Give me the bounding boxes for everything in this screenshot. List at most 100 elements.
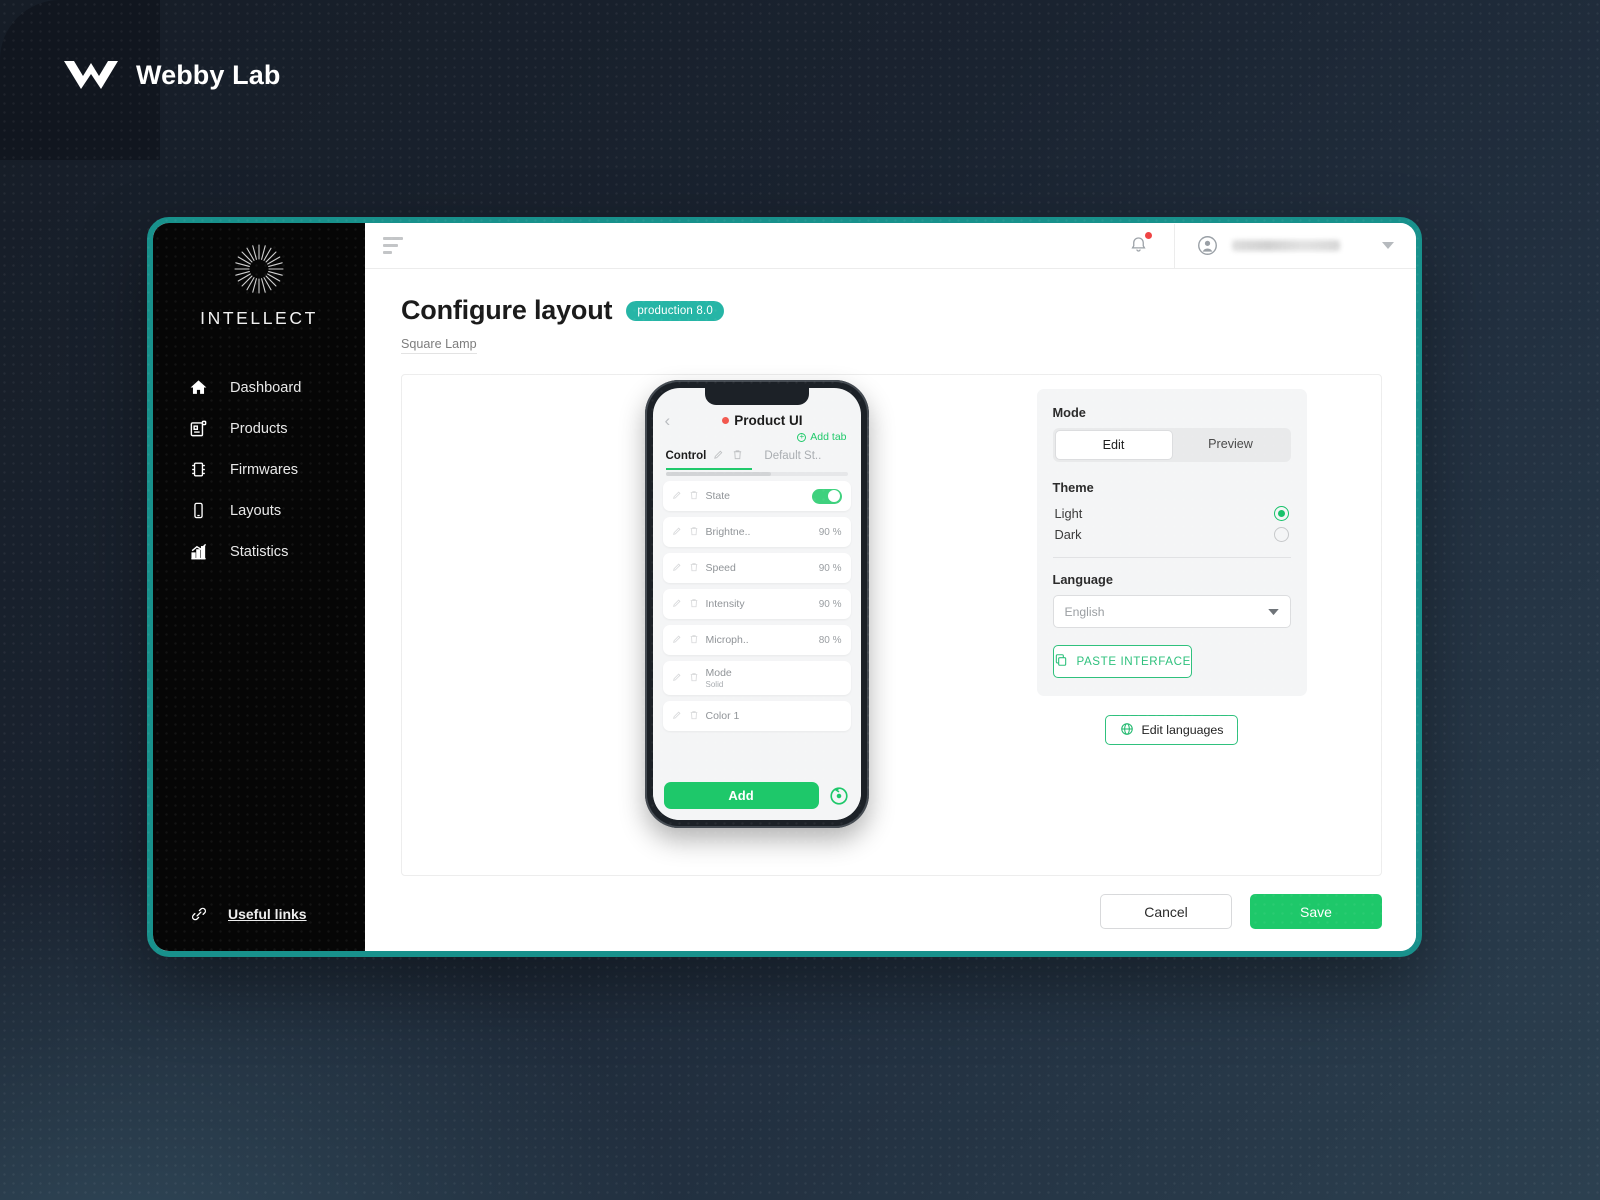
trash-icon[interactable] [689, 707, 699, 725]
pencil-icon[interactable] [672, 631, 682, 649]
mode-label: Mode [1052, 405, 1086, 420]
products-grid-icon [189, 419, 208, 438]
radio-selected-icon[interactable] [1273, 506, 1289, 521]
list-item[interactable]: Brightne.. 90 % [662, 517, 851, 547]
edit-languages-wrap: Edit languages [1037, 715, 1307, 745]
mobile-phone-icon [189, 501, 208, 520]
row-label: State [705, 490, 731, 502]
trash-icon[interactable] [689, 631, 699, 649]
row-tools [672, 595, 699, 613]
main-area: Configure layout production 8.0 Square L… [365, 223, 1416, 951]
user-menu[interactable] [1175, 235, 1394, 256]
row-tools [672, 487, 699, 505]
list-item[interactable]: Microph.. 80 % [662, 625, 851, 655]
globe-icon [1120, 722, 1134, 739]
row-label: Speed [705, 562, 736, 574]
language-label: Language [1052, 572, 1113, 587]
sidebar-item-firmwares[interactable]: Firmwares [153, 449, 365, 490]
trash-icon[interactable] [689, 595, 699, 613]
list-item[interactable]: Mode Solid [662, 661, 851, 695]
reset-circular-arrow-icon[interactable] [828, 785, 850, 807]
sidebar-item-products[interactable]: Products [153, 408, 365, 449]
paste-interface-button[interactable]: PASTE INTERFACE [1052, 645, 1192, 678]
sidebar-item-label: Statistics [230, 543, 289, 560]
list-item[interactable]: Intensity 90 % [662, 589, 851, 619]
radio-unselected-icon[interactable] [1273, 527, 1289, 542]
language-select[interactable]: English [1052, 595, 1291, 628]
sidebar-item-label: Firmwares [230, 461, 299, 478]
link-chain-icon [189, 904, 208, 923]
pencil-icon[interactable] [672, 595, 682, 613]
theme-option-light[interactable]: Light [1053, 503, 1291, 524]
notification-bell-icon [1129, 236, 1148, 257]
pencil-icon[interactable] [672, 707, 682, 725]
save-button[interactable]: Save [1250, 894, 1382, 929]
sidebar-item-layouts[interactable]: Layouts [153, 490, 365, 531]
row-tools [672, 707, 699, 725]
pencil-icon[interactable] [672, 669, 682, 687]
state-toggle[interactable] [811, 488, 842, 504]
phone-preview-area: ‹ Product UI + Add tab Control Default S… [477, 375, 1037, 875]
chevron-down-icon[interactable] [1382, 237, 1394, 255]
webbylab-chevron-logo-icon [62, 55, 120, 95]
pencil-icon[interactable] [672, 523, 682, 541]
add-tab-button[interactable]: + Add tab [797, 431, 847, 443]
row-tools [672, 669, 699, 687]
plus-circle-icon: + [797, 432, 807, 442]
status-badge: production 8.0 [626, 300, 724, 321]
theme-option-label: Light [1054, 506, 1083, 521]
sidebar-item-label: Layouts [230, 502, 282, 519]
tab-active-underline [665, 468, 752, 470]
list-item[interactable]: Color 1 [662, 701, 851, 731]
trash-icon[interactable] [689, 487, 699, 505]
hamburger-menu-icon[interactable] [383, 237, 403, 254]
home-icon [189, 378, 208, 397]
theme-option-dark[interactable]: Dark [1053, 524, 1291, 545]
list-item[interactable]: Speed 90 % [662, 553, 851, 583]
tab-tools [713, 447, 743, 465]
phone-tabs: Control Default St.. [653, 443, 861, 465]
trash-icon[interactable] [689, 669, 699, 687]
tab-default-state[interactable]: Default St.. [764, 450, 821, 462]
sidebar-logo-text: INTELLECT [200, 308, 318, 328]
sidebar-item-statistics[interactable]: Statistics [153, 531, 365, 572]
phone-title-wrap: Product UI [676, 413, 848, 428]
pencil-icon[interactable] [672, 487, 682, 505]
row-label: Color 1 [705, 710, 740, 722]
status-dot [722, 417, 730, 424]
footer-actions: Cancel Save [401, 876, 1382, 951]
sidebar-useful-links[interactable]: Useful links [153, 904, 365, 951]
trash-icon[interactable] [732, 447, 743, 465]
row-value: 90 % [818, 562, 842, 574]
add-tab-label: Add tab [810, 431, 847, 443]
cancel-button[interactable]: Cancel [1100, 894, 1232, 929]
trash-icon[interactable] [689, 523, 699, 541]
pencil-icon[interactable] [713, 447, 724, 465]
sidebar-item-dashboard[interactable]: Dashboard [153, 367, 365, 408]
row-tools [672, 631, 699, 649]
sidebar-item-label: Dashboard [230, 379, 302, 396]
mode-option-edit[interactable]: Edit [1054, 430, 1173, 460]
row-tools [672, 523, 699, 541]
tab-control[interactable]: Control [666, 450, 707, 462]
phone-mockup: ‹ Product UI + Add tab Control Default S… [644, 380, 869, 828]
starburst-sun-icon [153, 241, 365, 302]
edit-languages-button[interactable]: Edit languages [1104, 715, 1239, 745]
list-item[interactable]: State [662, 481, 851, 511]
notification-bell-button[interactable] [1103, 231, 1174, 258]
bar-chart-icon [189, 542, 208, 561]
tabs-scrollbar[interactable] [665, 472, 848, 476]
page-title: Configure layout [401, 295, 613, 325]
theme-label: Theme [1052, 480, 1094, 495]
trash-icon[interactable] [689, 559, 699, 577]
pencil-icon[interactable] [672, 559, 682, 577]
breadcrumb[interactable]: Square Lamp [401, 337, 477, 354]
add-tab-row: + Add tab [653, 429, 861, 443]
chevron-left-icon[interactable]: ‹ [665, 412, 677, 429]
brand-name: Webby Lab [136, 59, 281, 90]
row-title: Mode [705, 667, 732, 679]
row-value: 90 % [818, 526, 842, 538]
mode-option-preview[interactable]: Preview [1173, 430, 1289, 460]
add-button[interactable]: Add [663, 782, 819, 809]
sidebar-nav: Dashboard Products Firmwares Layouts Sta… [153, 367, 365, 572]
